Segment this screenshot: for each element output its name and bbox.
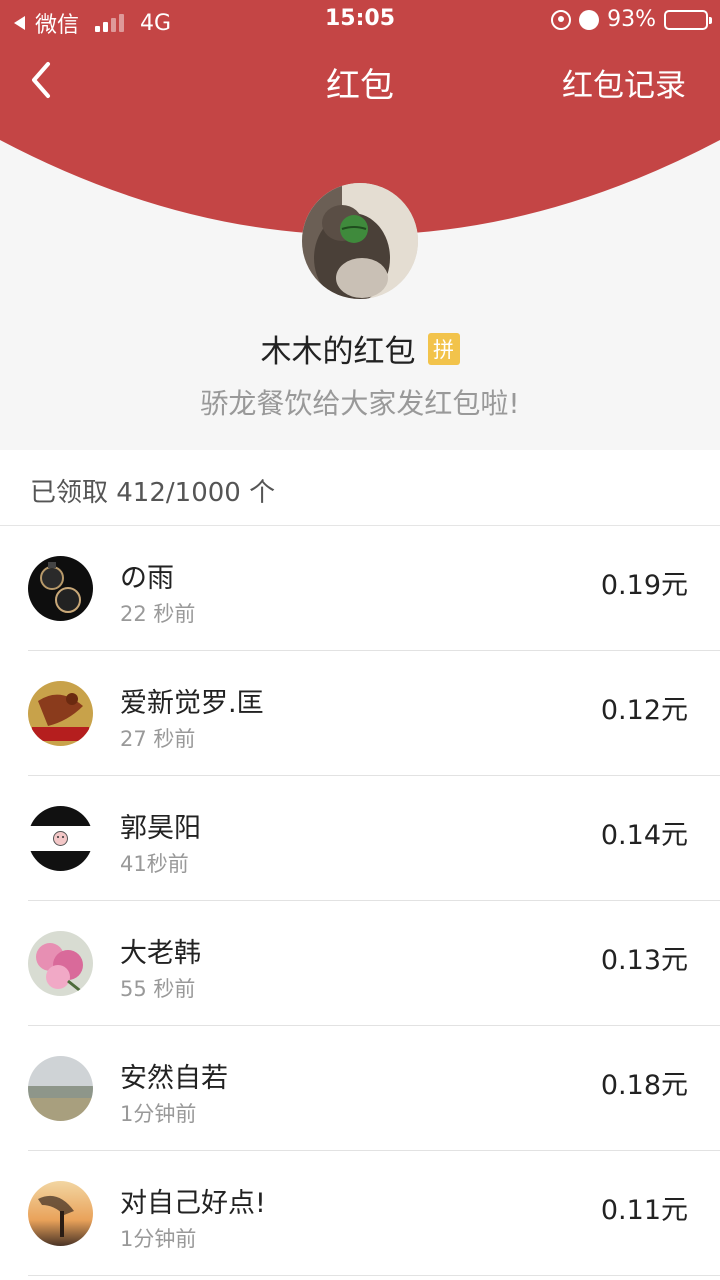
- list-item[interactable]: 郭昊阳 41秒前 0.14元: [0, 776, 720, 901]
- received-time: 1分钟前: [120, 1102, 197, 1126]
- avatar: [28, 556, 93, 621]
- status-bar: 微信 4G 15:05 93%: [0, 0, 720, 40]
- recipient-name: 郭昊阳: [120, 813, 201, 844]
- list-item[interactable]: の雨 22 秒前 0.19元: [0, 526, 720, 651]
- avatar: [28, 681, 93, 746]
- battery-percent: 93%: [607, 7, 656, 32]
- received-time: 27 秒前: [120, 727, 196, 751]
- alarm-icon: [579, 9, 600, 30]
- received-time: 1分钟前: [120, 1227, 197, 1251]
- recipient-name: 安然自若: [120, 1063, 228, 1094]
- received-time: 55 秒前: [120, 977, 196, 1001]
- received-summary: 已领取 412/1000 个: [0, 450, 720, 526]
- avatar: [28, 1056, 93, 1121]
- back-to-app-icon[interactable]: [14, 16, 25, 30]
- battery-icon: [664, 9, 712, 30]
- recipient-name: 大老韩: [120, 938, 201, 969]
- amount: 0.12元: [600, 695, 688, 726]
- blessing-message: 骄龙餐饮给大家发红包啦!: [200, 387, 520, 420]
- status-carrier: 微信: [35, 13, 80, 38]
- nav-bar: 红包 红包记录: [0, 46, 720, 116]
- list-item[interactable]: 爱新觉罗.匡 27 秒前 0.12元: [0, 651, 720, 776]
- orientation-lock-icon: [551, 9, 572, 30]
- recipient-name: 对自己好点!: [120, 1188, 266, 1219]
- status-right: 93%: [551, 7, 712, 32]
- chevron-left-icon: [32, 62, 50, 98]
- sender-name: 木木的红包: [260, 334, 416, 370]
- sender-avatar[interactable]: [302, 183, 418, 299]
- avatar: [28, 1181, 93, 1246]
- signal-icon: [95, 14, 125, 32]
- amount: 0.13元: [600, 945, 688, 976]
- recipient-name: 爱新觉罗.匡: [120, 688, 264, 719]
- status-left: 微信 4G: [14, 7, 171, 39]
- list-item[interactable]: 大老韩 55 秒前 0.13元: [0, 901, 720, 1026]
- pin-badge: 拼: [427, 332, 460, 365]
- recipient-name: の雨: [120, 563, 174, 594]
- status-network: 4G: [140, 10, 172, 36]
- list-item[interactable]: 对自己好点! 1分钟前 0.11元: [0, 1151, 720, 1276]
- sender-name-row: 木木的红包 拼: [0, 326, 720, 371]
- received-time: 22 秒前: [120, 602, 196, 626]
- recipient-list: の雨 22 秒前 0.19元 爱新觉罗.匡 27 秒前 0.12元 郭昊阳 41…: [0, 526, 720, 1276]
- received-time: 41秒前: [120, 852, 189, 876]
- list-item[interactable]: 安然自若 1分钟前 0.18元: [0, 1026, 720, 1151]
- avatar: [28, 806, 93, 871]
- amount: 0.14元: [600, 820, 688, 851]
- avatar: [28, 931, 93, 996]
- red-packet-record-link[interactable]: 红包记录: [562, 60, 686, 105]
- back-button[interactable]: [26, 60, 62, 100]
- amount: 0.19元: [600, 570, 688, 601]
- received-count: 已领取 412/1000 个: [30, 478, 276, 508]
- amount: 0.11元: [600, 1195, 688, 1226]
- amount: 0.18元: [600, 1070, 688, 1101]
